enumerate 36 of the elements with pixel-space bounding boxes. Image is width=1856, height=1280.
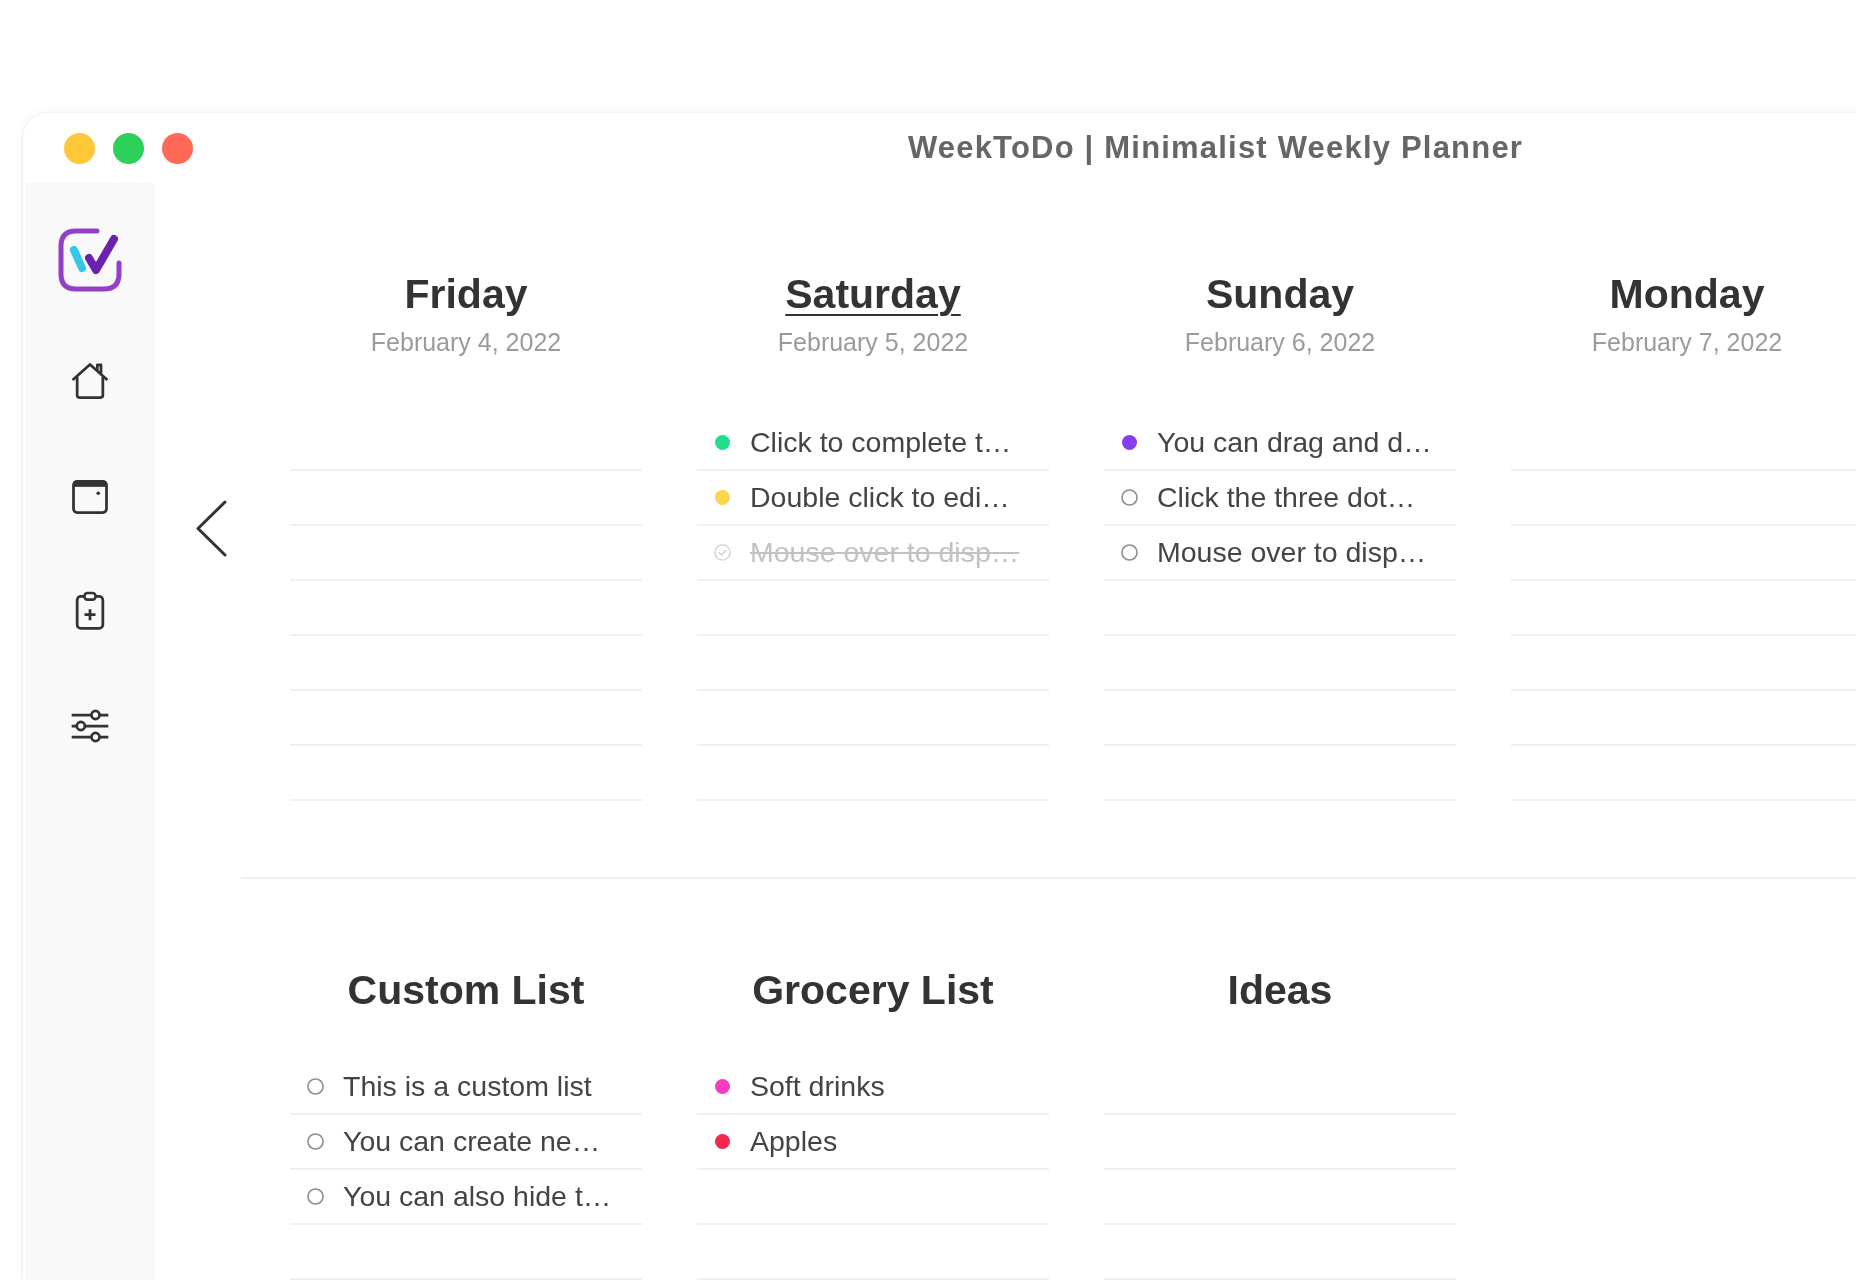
task-text[interactable]: Click the three dot… bbox=[1157, 481, 1416, 514]
day-name: Sunday bbox=[1205, 270, 1355, 319]
window-title: WeekToDo | Minimalist Weekly Planner bbox=[907, 130, 1524, 165]
ring-icon[interactable] bbox=[307, 1133, 324, 1150]
dot-icon[interactable] bbox=[715, 1134, 730, 1149]
maximize-button[interactable] bbox=[113, 132, 144, 164]
day-name: Saturday bbox=[785, 270, 961, 319]
day-date: February 4, 2022 bbox=[370, 327, 562, 357]
day-date: February 5, 2022 bbox=[777, 327, 969, 357]
dot-icon[interactable] bbox=[715, 490, 730, 505]
ring-icon[interactable] bbox=[1121, 544, 1138, 561]
task-text[interactable]: Double click to edi… bbox=[750, 481, 1010, 514]
day-date: February 7, 2022 bbox=[1591, 327, 1783, 357]
check-circle-icon[interactable] bbox=[714, 544, 731, 561]
list-title: Grocery List bbox=[752, 966, 994, 1015]
ring-icon[interactable] bbox=[1121, 489, 1138, 506]
close-button[interactable] bbox=[162, 132, 193, 164]
day-date: February 6, 2022 bbox=[1184, 327, 1376, 357]
list-title: Ideas bbox=[1227, 966, 1333, 1015]
dot-icon[interactable] bbox=[715, 435, 730, 450]
ring-icon[interactable] bbox=[307, 1078, 324, 1095]
task-text[interactable]: Soft drinks bbox=[750, 1070, 885, 1103]
task-text[interactable]: Click to complete t… bbox=[750, 426, 1012, 459]
dot-icon[interactable] bbox=[1122, 435, 1137, 450]
dot-icon[interactable] bbox=[715, 1079, 730, 1094]
task-text[interactable]: You can also hide t… bbox=[343, 1180, 612, 1213]
ring-icon[interactable] bbox=[307, 1188, 324, 1205]
task-text[interactable]: Apples bbox=[750, 1125, 838, 1158]
task-text[interactable]: This is a custom list bbox=[343, 1070, 592, 1103]
task-text[interactable]: Mouse over to disp… bbox=[1157, 536, 1427, 569]
chevron-left-icon[interactable] bbox=[194, 499, 228, 557]
task-text[interactable]: You can create ne… bbox=[343, 1125, 601, 1158]
task-text[interactable]: You can drag and d… bbox=[1157, 426, 1432, 459]
day-name: Friday bbox=[404, 270, 528, 319]
day-name: Monday bbox=[1609, 270, 1765, 319]
list-title: Custom List bbox=[347, 966, 585, 1015]
